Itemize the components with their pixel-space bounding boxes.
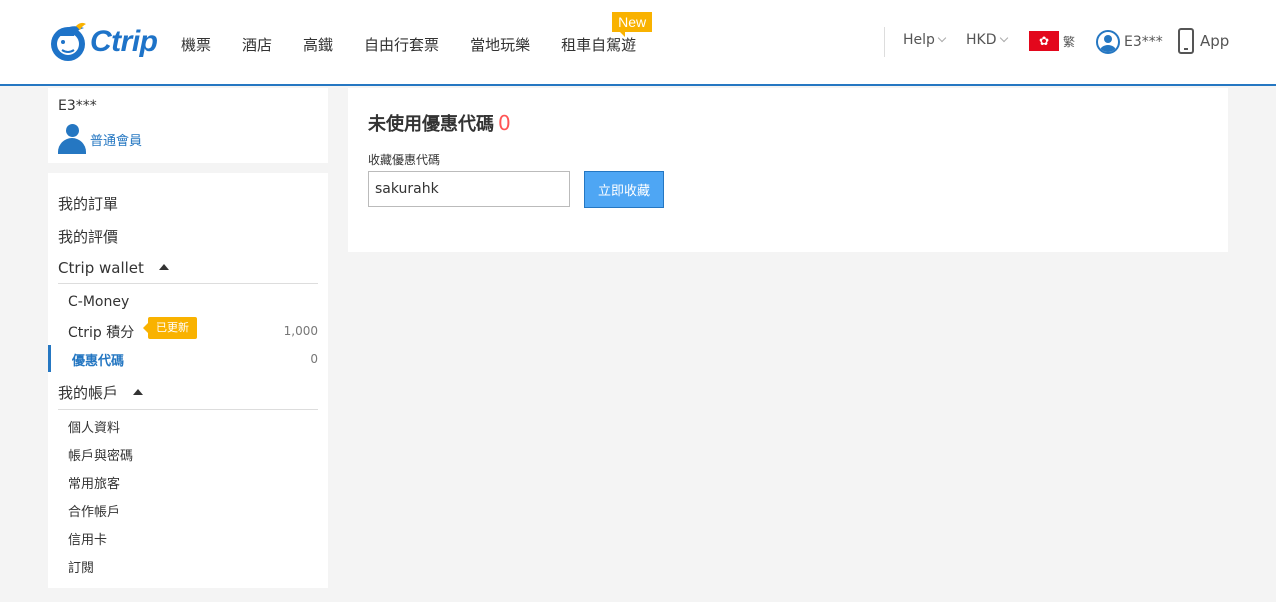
promo-codes-count: 0 [310,352,318,366]
sidebar-item-partner-accounts[interactable]: 合作帳戶 [68,501,120,520]
sidebar-item-travelers[interactable]: 常用旅客 [68,473,120,492]
currency-label: HKD [966,32,997,48]
sidebar-item-credit-cards[interactable]: 信用卡 [68,529,107,548]
account-title: 我的帳戶 [58,384,119,402]
sidebar-item-subscriptions[interactable]: 訂閱 [68,557,94,576]
points-value: 1,000 [283,324,318,338]
active-indicator [48,345,51,372]
collect-now-button[interactable]: 立即收藏 [584,171,664,208]
logo-text: Ctrip [90,25,158,58]
nav-car-rental[interactable]: 租車自駕遊 New [561,12,653,55]
updated-badge: 已更新 [143,317,197,339]
app-link[interactable]: App [1178,28,1229,54]
page-title-text: 未使用優惠代碼 [368,114,494,135]
unused-code-count: 0 [498,111,511,135]
dolphin-icon [51,22,86,61]
hong-kong-flag-icon: ✿ [1029,31,1059,51]
help-dropdown[interactable]: Help [903,32,947,48]
sidebar-item-profile[interactable]: 個人資料 [68,417,120,436]
sidebar-menu: 我的訂單 我的評價 Ctrip wallet C-Money Ctrip 積分 … [48,173,328,588]
header-divider [884,27,885,57]
promo-code-input[interactable] [368,171,570,207]
ctrip-logo[interactable]: Ctrip [46,18,158,66]
language-label: 繁 [1063,34,1076,49]
user-label: E3*** [1124,34,1163,50]
language-selector[interactable]: ✿ 繁 [1029,31,1075,51]
nav-packages[interactable]: 自由行套票 [364,34,439,55]
app-label: App [1200,32,1230,50]
phone-icon [1178,28,1194,54]
user-menu[interactable]: E3*** [1096,30,1163,54]
sidebar-section-wallet[interactable]: Ctrip wallet [58,259,318,284]
collect-code-label: 收藏優惠代碼 [368,153,441,167]
sidebar-item-reviews[interactable]: 我的評價 [58,226,118,247]
nav-car-rental-label: 租車自駕遊 [561,36,637,54]
caret-up-icon [158,264,169,270]
sidebar-item-promo-codes[interactable]: 優惠代碼 [72,350,124,369]
page-title: 未使用優惠代碼 0 [368,110,511,136]
nav-hotels[interactable]: 酒店 [242,34,272,55]
main-nav: 機票 酒店 高鐵 自由行套票 當地玩樂 租車自駕遊 New [181,12,667,55]
chevron-down-icon [999,33,1008,43]
member-avatar-icon [58,124,86,154]
sidebar-item-points[interactable]: Ctrip 積分 [68,322,134,342]
caret-up-icon [132,389,143,395]
new-badge: New [612,12,653,37]
promo-code-panel: 未使用優惠代碼0 收藏優惠代碼 立即收藏 [348,88,1228,252]
nav-activities[interactable]: 當地玩樂 [470,34,530,55]
top-header: Ctrip 機票 酒店 高鐵 自由行套票 當地玩樂 租車自駕遊 New Help… [0,0,1276,86]
currency-dropdown[interactable]: HKD [966,32,1008,48]
user-card: E3*** 普通會員 [48,88,328,163]
sidebar-item-cmoney[interactable]: C-Money [68,294,129,310]
chevron-down-icon [937,33,947,43]
nav-flights[interactable]: 機票 [181,34,211,55]
sidebar-item-password[interactable]: 帳戶與密碼 [68,445,133,464]
sidebar-item-orders[interactable]: 我的訂單 [58,193,118,214]
wallet-title: Ctrip wallet [58,259,144,277]
help-label: Help [903,32,935,48]
sidebar-username: E3*** [58,98,97,114]
sidebar-section-account[interactable]: 我的帳戶 [58,382,318,410]
user-icon [1096,30,1120,54]
member-level[interactable]: 普通會員 [90,130,142,149]
nav-trains[interactable]: 高鐵 [303,34,333,55]
